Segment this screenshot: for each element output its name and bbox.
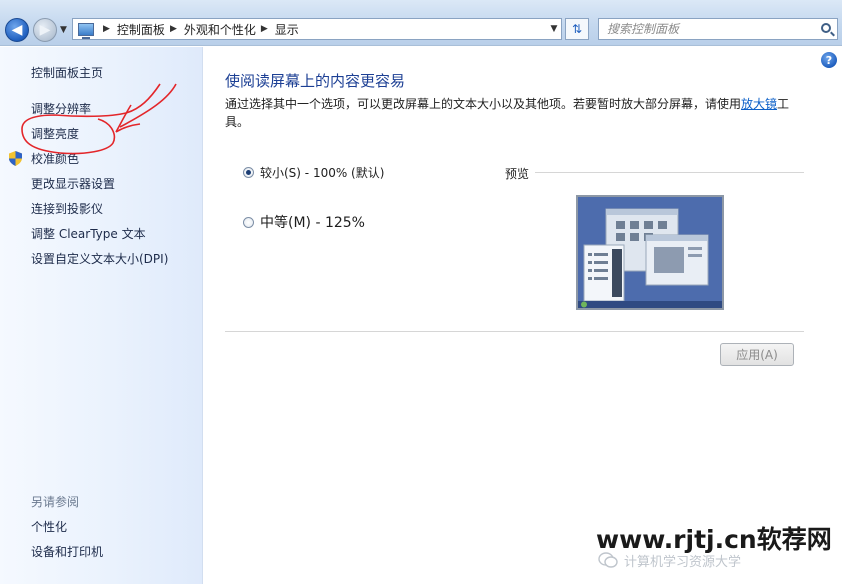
preview-image — [576, 195, 724, 310]
page-title: 使阅读屏幕上的内容更容易 — [225, 72, 406, 90]
back-button[interactable]: ◀ — [5, 18, 29, 42]
preview-windows-graphic — [578, 197, 722, 308]
adjust-cleartype-link[interactable]: 调整 ClearType 文本 — [31, 225, 146, 242]
preview-divider — [535, 172, 804, 173]
watermark-subtext: 计算机学习资源大学 — [624, 555, 742, 570]
chevron-right-icon[interactable]: ▶ — [103, 24, 110, 34]
breadcrumb-appearance[interactable]: 外观和个性化 — [184, 21, 256, 38]
option-smaller[interactable]: 较小(S) - 100% (默认) — [243, 164, 384, 181]
apply-button[interactable]: 应用(A) — [720, 343, 794, 366]
breadcrumb-display[interactable]: 显示 — [275, 21, 299, 38]
task-pane: 控制面板主页 调整分辨率 调整亮度 校准颜色 更改显示器设置 连接到投影仪 调整… — [0, 47, 203, 584]
search-box[interactable] — [598, 18, 838, 40]
devices-printers-link[interactable]: 设备和打印机 — [31, 543, 103, 560]
forward-button[interactable]: ▶ — [33, 18, 57, 42]
chevron-right-icon[interactable]: ▶ — [261, 24, 268, 34]
preview-label: 预览 — [505, 167, 530, 181]
help-icon[interactable]: ? — [821, 52, 837, 68]
adjust-resolution-link[interactable]: 调整分辨率 — [31, 100, 91, 117]
control-panel-home-link[interactable]: 控制面板主页 — [31, 64, 103, 81]
arrow-right-icon: ▶ — [39, 22, 51, 38]
radio-smaller[interactable] — [243, 167, 254, 178]
see-also-heading: 另请参阅 — [31, 495, 80, 509]
page-description: 通过选择其中一个选项，可以更改屏幕上的文本大小以及其他项。若要暂时放大部分屏幕，… — [225, 97, 790, 129]
wechat-icon — [598, 552, 618, 568]
refresh-icon: ⇅ — [571, 22, 583, 36]
option-medium[interactable]: 中等(M) - 125% — [243, 212, 365, 232]
magnifier-link[interactable]: 放大镜 — [741, 97, 777, 111]
connect-projector-link[interactable]: 连接到投影仪 — [31, 200, 103, 217]
chevron-right-icon[interactable]: ▶ — [170, 24, 177, 34]
control-panel-icon — [78, 22, 94, 39]
recent-pages-dropdown-icon[interactable]: ▼ — [60, 25, 67, 35]
content-divider — [225, 331, 804, 332]
search-input[interactable] — [607, 22, 807, 36]
search-icon[interactable] — [821, 23, 831, 33]
option-smaller-label: 较小(S) - 100% (默认) — [260, 166, 385, 180]
breadcrumb-control-panel[interactable]: 控制面板 — [117, 21, 165, 38]
address-toolbar: ◀ ▶ ▼ ▶ 控制面板 ▶ 外观和个性化 ▶ 显示 ▼ ⇅ — [0, 0, 842, 46]
arrow-left-icon: ◀ — [11, 22, 23, 38]
adjust-brightness-link[interactable]: 调整亮度 — [31, 125, 79, 142]
personalization-link[interactable]: 个性化 — [31, 518, 67, 535]
custom-dpi-link[interactable]: 设置自定义文本大小(DPI) — [31, 250, 168, 267]
refresh-button[interactable]: ⇅ — [565, 18, 589, 40]
radio-medium[interactable] — [243, 216, 254, 228]
change-display-settings-link[interactable]: 更改显示器设置 — [31, 175, 115, 192]
chevron-down-icon[interactable]: ▼ — [547, 24, 561, 34]
calibrate-color-link[interactable]: 校准颜色 — [31, 150, 79, 167]
uac-shield-icon — [9, 151, 22, 166]
address-bar[interactable]: ▶ 控制面板 ▶ 外观和个性化 ▶ 显示 ▼ — [72, 18, 562, 40]
option-medium-label: 中等(M) - 125% — [260, 215, 365, 231]
